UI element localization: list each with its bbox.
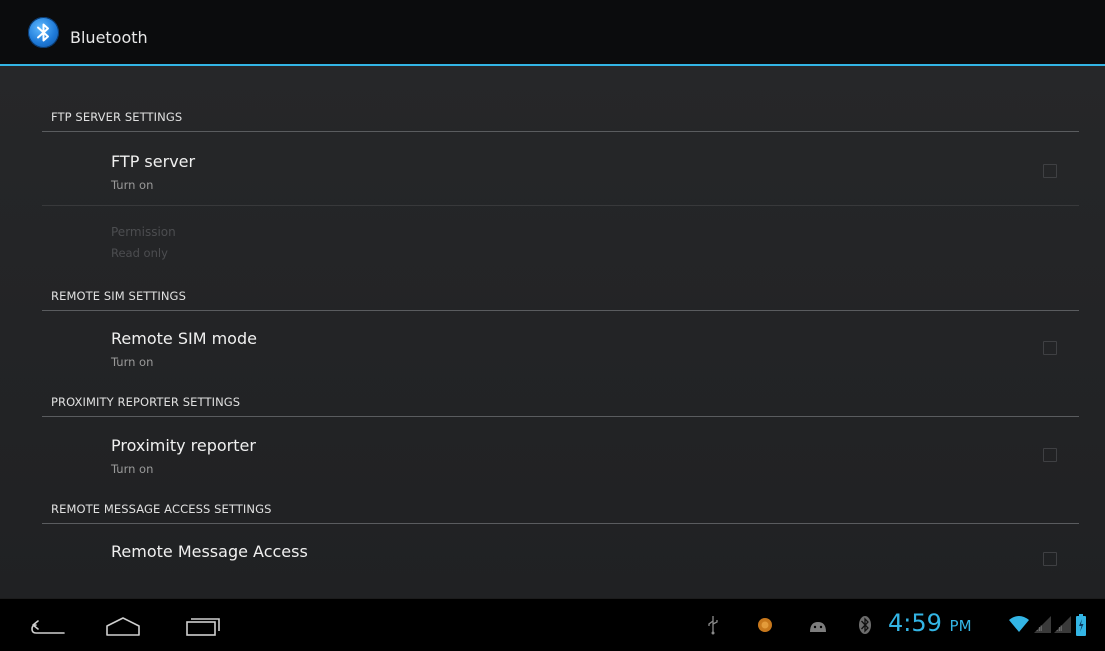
pref-remote-sim-mode[interactable]: Remote SIM mode Turn on [42,329,1079,377]
back-icon[interactable] [30,613,68,641]
pref-proximity-reporter[interactable]: Proximity reporter Turn on [42,436,1079,484]
svg-text:.ıl: .ıl [1056,625,1062,633]
usb-icon [706,615,720,639]
pref-summary: Turn on [111,355,154,369]
battery-icon [1076,614,1086,640]
pref-summary: Turn on [111,178,154,192]
pref-title: Remote SIM mode [111,329,257,348]
clock-time: 4:59 [888,609,942,637]
clock-ampm: PM [949,617,972,635]
bluetooth-status-icon [858,615,872,639]
recent-apps-icon[interactable] [183,613,221,641]
android-debug-icon [808,618,828,637]
svg-text:.ıl: .ıl [1036,625,1042,633]
pref-title: Remote Message Access [111,542,308,561]
signal-icon: .ıl .ıl [1034,614,1074,638]
section-header-remote-message-access: REMOTE MESSAGE ACCESS SETTINGS [42,498,1079,524]
section-header-label: PROXIMITY REPORTER SETTINGS [51,395,241,409]
remote-message-access-checkbox[interactable] [1043,552,1057,566]
status-clock: 4:59 PM [888,609,972,637]
section-header-proximity-reporter: PROXIMITY REPORTER SETTINGS [42,391,1079,417]
section-header-remote-sim: REMOTE SIM SETTINGS [42,285,1079,311]
pref-title: Proximity reporter [111,436,256,455]
bluetooth-icon[interactable] [28,17,59,48]
section-header-label: FTP SERVER SETTINGS [51,110,183,124]
pref-title: FTP server [111,152,196,171]
pref-summary: Read only [111,246,168,260]
row-divider [42,205,1079,206]
pref-remote-message-access[interactable]: Remote Message Access [42,542,1079,582]
section-header-ftp-server: FTP SERVER SETTINGS [42,106,1079,132]
section-header-label: REMOTE SIM SETTINGS [51,289,186,303]
system-bar: 4:59 PM .ıl .ıl [0,598,1105,651]
pref-summary: Turn on [111,462,154,476]
screen: Bluetooth FTP SERVER SETTINGS FTP server… [0,0,1105,651]
action-bar: Bluetooth [0,0,1105,66]
home-icon[interactable] [104,613,142,641]
pref-title: Permission [111,225,176,239]
section-header-label: REMOTE MESSAGE ACCESS SETTINGS [51,502,272,516]
page-title: Bluetooth [70,28,148,47]
proximity-reporter-checkbox[interactable] [1043,448,1057,462]
settings-list: FTP SERVER SETTINGS FTP server Turn on P… [0,66,1105,598]
notification-app-icon [757,617,773,637]
wifi-icon [1008,615,1030,637]
pref-ftp-server[interactable]: FTP server Turn on [42,152,1079,200]
ftp-server-checkbox[interactable] [1043,164,1057,178]
remote-sim-mode-checkbox[interactable] [1043,341,1057,355]
pref-permission: Permission Read only [42,224,1079,264]
